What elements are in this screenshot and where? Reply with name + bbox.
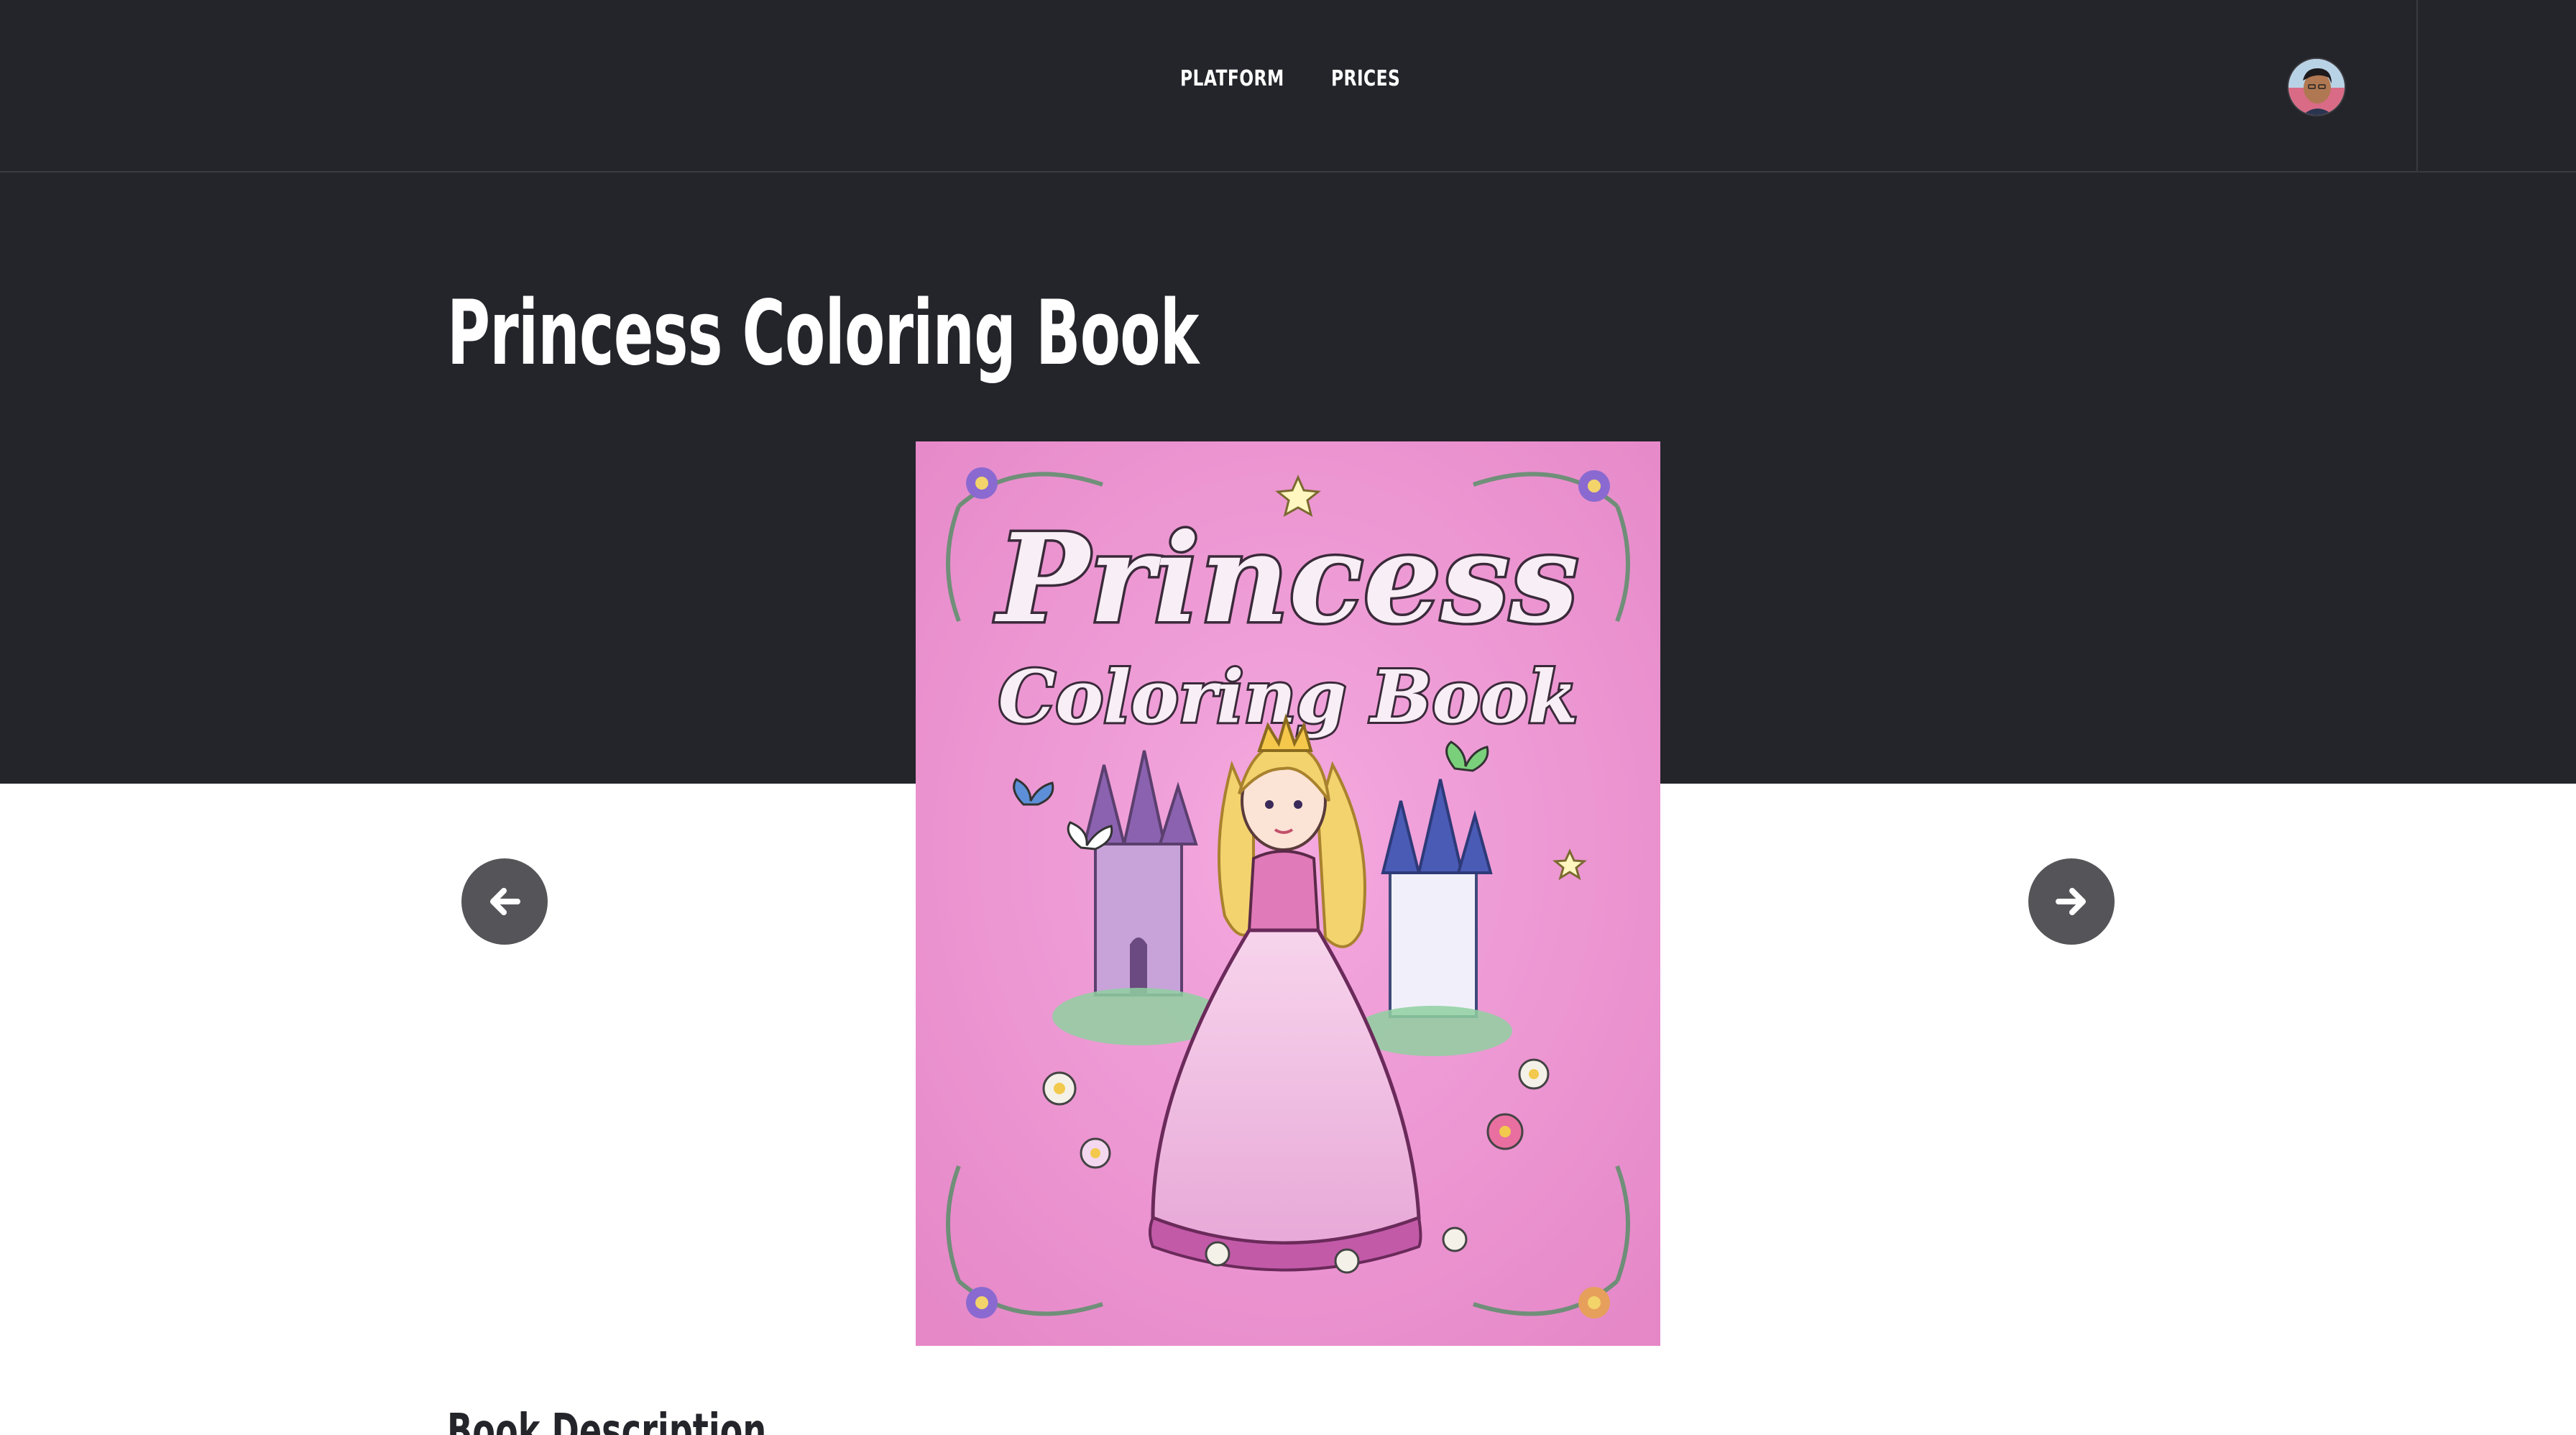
- arrow-right-icon: [2056, 888, 2086, 915]
- cover-illustration: Princess Coloring Book: [916, 441, 1660, 1346]
- avatar-image: [2288, 59, 2345, 115]
- arrow-left-icon: [490, 888, 520, 915]
- nav-link-prices[interactable]: PRICES: [1331, 66, 1404, 91]
- user-avatar[interactable]: [2287, 58, 2346, 116]
- next-button[interactable]: [2028, 858, 2115, 945]
- left-castle: [1082, 750, 1198, 996]
- topbar-divider: [2416, 0, 2418, 173]
- right-castle: [1381, 779, 1493, 1018]
- main-nav: PLATFORM PRICES: [1180, 66, 1425, 91]
- cover-title-line1: Princess: [995, 507, 1579, 651]
- nav-link-platform[interactable]: PLATFORM: [1180, 66, 1284, 91]
- page: PLATFORM PRICES Princess Coloring Book P…: [0, 0, 2576, 1435]
- previous-button[interactable]: [461, 858, 548, 945]
- page-title: Princess Coloring Book: [447, 282, 1199, 385]
- book-cover-image: Princess Coloring Book: [916, 441, 1660, 1346]
- top-navigation-bar: PLATFORM PRICES: [0, 0, 2576, 173]
- book-description-heading: Book Description: [447, 1403, 767, 1435]
